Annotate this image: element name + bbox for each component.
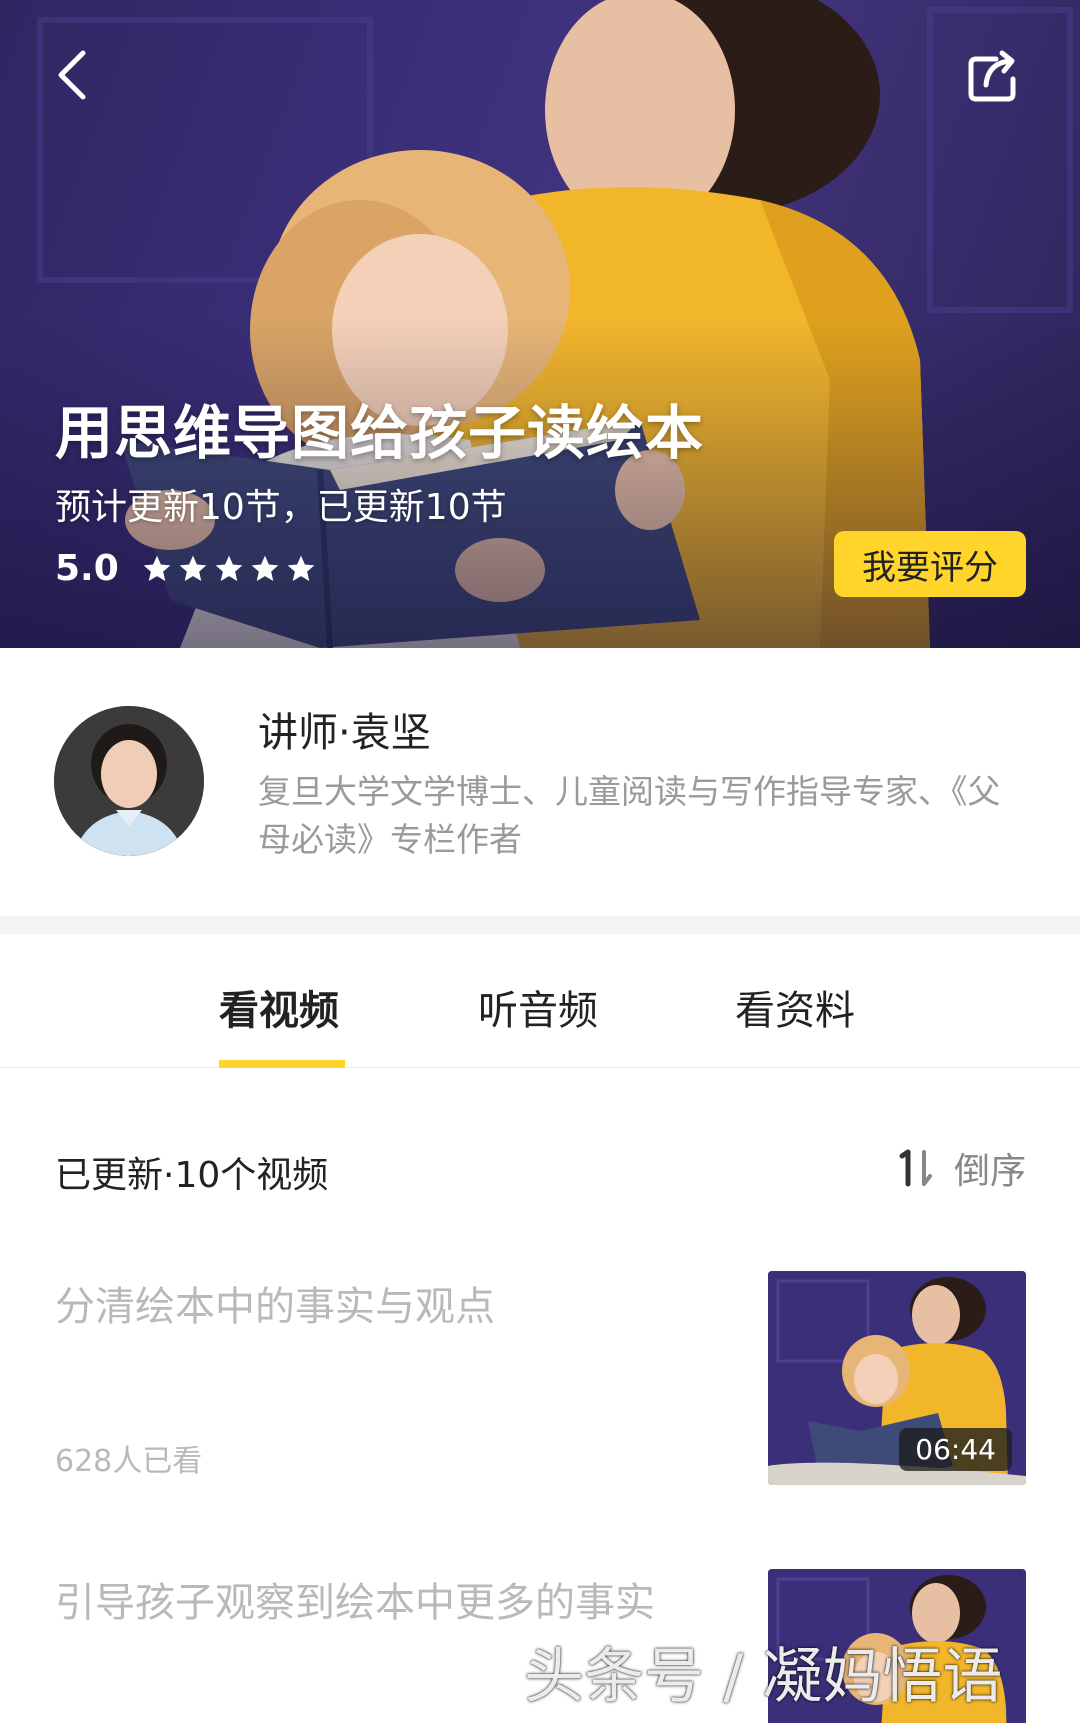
star-icon (251, 555, 279, 581)
star-icon (143, 555, 171, 581)
rating-stars (141, 553, 317, 585)
avatar-photo (54, 706, 204, 856)
star-icon (287, 555, 315, 581)
update-status: 预计更新10节，已更新10节 (55, 487, 507, 528)
video-thumbnail: 06:44 (768, 1271, 1026, 1485)
sort-order-icon (899, 1149, 932, 1187)
rating: 5.0 (55, 548, 317, 589)
share-button[interactable] (958, 40, 1028, 110)
section-divider (0, 916, 1080, 934)
course-title: 用思维导图给孩子读绘本 (55, 399, 705, 467)
list-item[interactable]: 分清绘本中的事实与观点 628人已看 06:44 (0, 1268, 1080, 1538)
watermark: 头条号 / 凝妈悟语 (524, 1642, 1003, 1712)
lecturer-card[interactable]: 讲师·袁坚 复旦大学文学博士、儿童阅读与写作指导专家、《父母必读》专栏作者 (0, 648, 1080, 916)
tab-audio[interactable]: 听音频 (478, 978, 598, 1036)
video-duration: 06:44 (899, 1428, 1012, 1471)
view-count: 628人已看 (55, 1444, 203, 1479)
back-button[interactable] (36, 40, 106, 110)
avatar (54, 706, 204, 856)
lecturer-description: 复旦大学文学博士、儿童阅读与写作指导专家、《父母必读》专栏作者 (258, 772, 1001, 859)
sort-button[interactable]: 倒序 (894, 1142, 1026, 1194)
video-count: 已更新·10个视频 (55, 1155, 329, 1196)
star-icon (179, 555, 207, 581)
rate-button[interactable]: 我要评分 (834, 531, 1026, 597)
chevron-left-icon (58, 50, 86, 100)
active-tab-indicator (219, 1060, 345, 1068)
star-icon (215, 555, 243, 581)
content-tabs: 看视频 听音频 看资料 (0, 934, 1080, 1068)
tab-video[interactable]: 看视频 (219, 978, 339, 1036)
sort-label: 倒序 (953, 1151, 1026, 1192)
course-cover: 用思维导图给孩子读绘本 预计更新10节，已更新10节 5.0 我要评分 (0, 0, 1080, 648)
rating-score: 5.0 (55, 548, 119, 589)
video-title: 引导孩子观察到绘本中更多的事实 (55, 1580, 655, 1626)
lecturer-name: 讲师·袁坚 (258, 710, 431, 756)
share-icon (968, 50, 1016, 102)
tab-materials[interactable]: 看资料 (735, 978, 855, 1036)
video-title: 分清绘本中的事实与观点 (55, 1284, 495, 1330)
list-header: 已更新·10个视频 倒序 (0, 1068, 1080, 1268)
